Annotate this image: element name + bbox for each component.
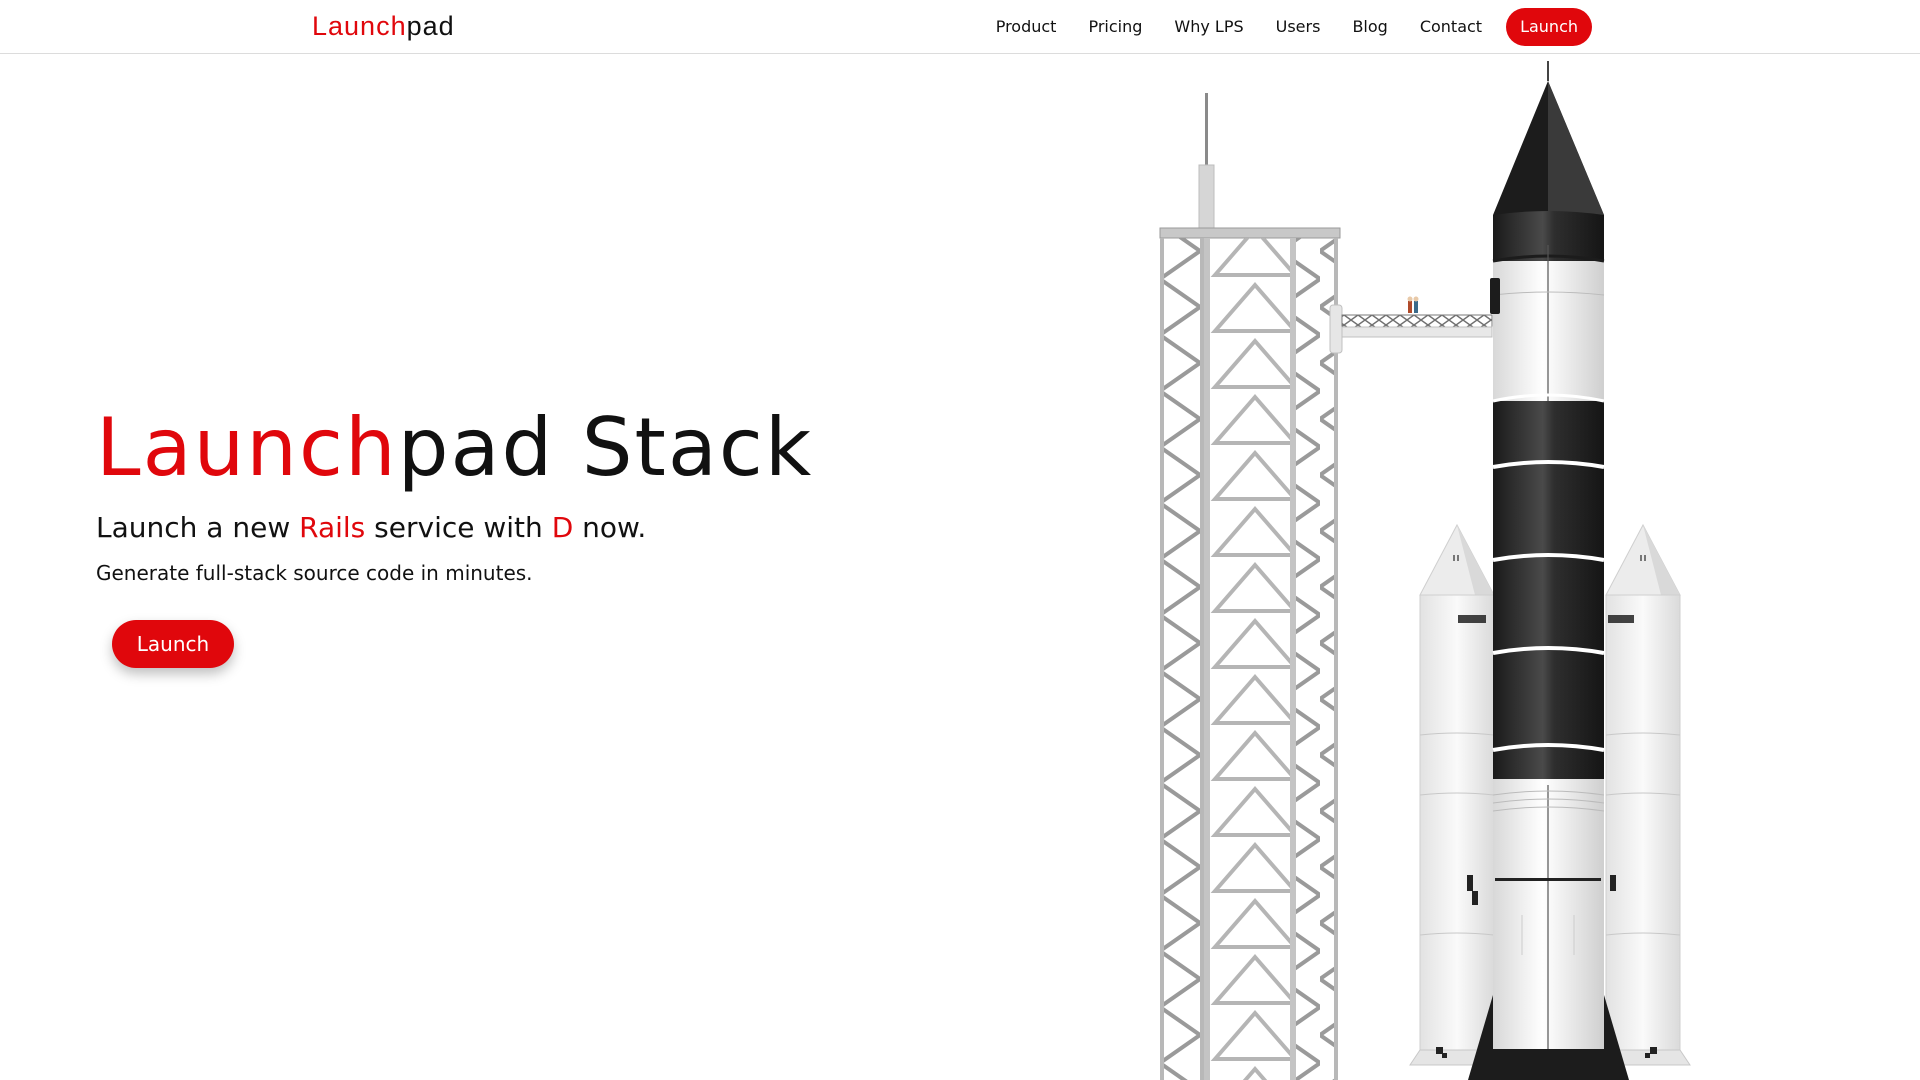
hero-title-stack: Stack (554, 401, 814, 494)
hero-subtitle-post: now. (573, 511, 647, 544)
hero-subtitle-tech1: Rails (299, 511, 366, 544)
nav-users[interactable]: Users (1260, 8, 1337, 46)
logo-part-pad: pad (406, 11, 455, 41)
right-booster (1595, 523, 1691, 1066)
nav-contact[interactable]: Contact (1404, 8, 1498, 46)
nav-why-lps[interactable]: Why LPS (1158, 8, 1259, 46)
nav-links: Product Pricing Why LPS Users Blog Conta… (980, 8, 1592, 46)
top-navbar: Launchpad Product Pricing Why LPS Users … (0, 0, 1920, 54)
nav-pricing[interactable]: Pricing (1072, 8, 1158, 46)
logo-part-launch: Launch (312, 11, 407, 41)
hero-subtitle-pre: Launch a new (96, 511, 300, 544)
hero-subtitle-tech2: D (551, 511, 574, 544)
nav-blog[interactable]: Blog (1336, 8, 1403, 46)
hero-title: Launchpad Stack (96, 398, 813, 498)
hero-launch-button[interactable]: Launch (112, 620, 234, 668)
left-booster (1409, 523, 1505, 1066)
nav-product[interactable]: Product (980, 8, 1073, 46)
hero-title-pad: pad (397, 401, 555, 494)
rocket-launch-illustration (1159, 61, 1691, 1080)
hero-subtitle: Launch a new Rails service with D now. (96, 508, 646, 548)
hero-description: Generate full-stack source code in minut… (96, 561, 533, 585)
hero-subtitle-mid: service with (365, 511, 552, 544)
nav-launch-button[interactable]: Launch (1506, 8, 1592, 46)
logo-link[interactable]: Launchpad (312, 8, 455, 44)
hero-title-launch: Launch (96, 401, 398, 494)
